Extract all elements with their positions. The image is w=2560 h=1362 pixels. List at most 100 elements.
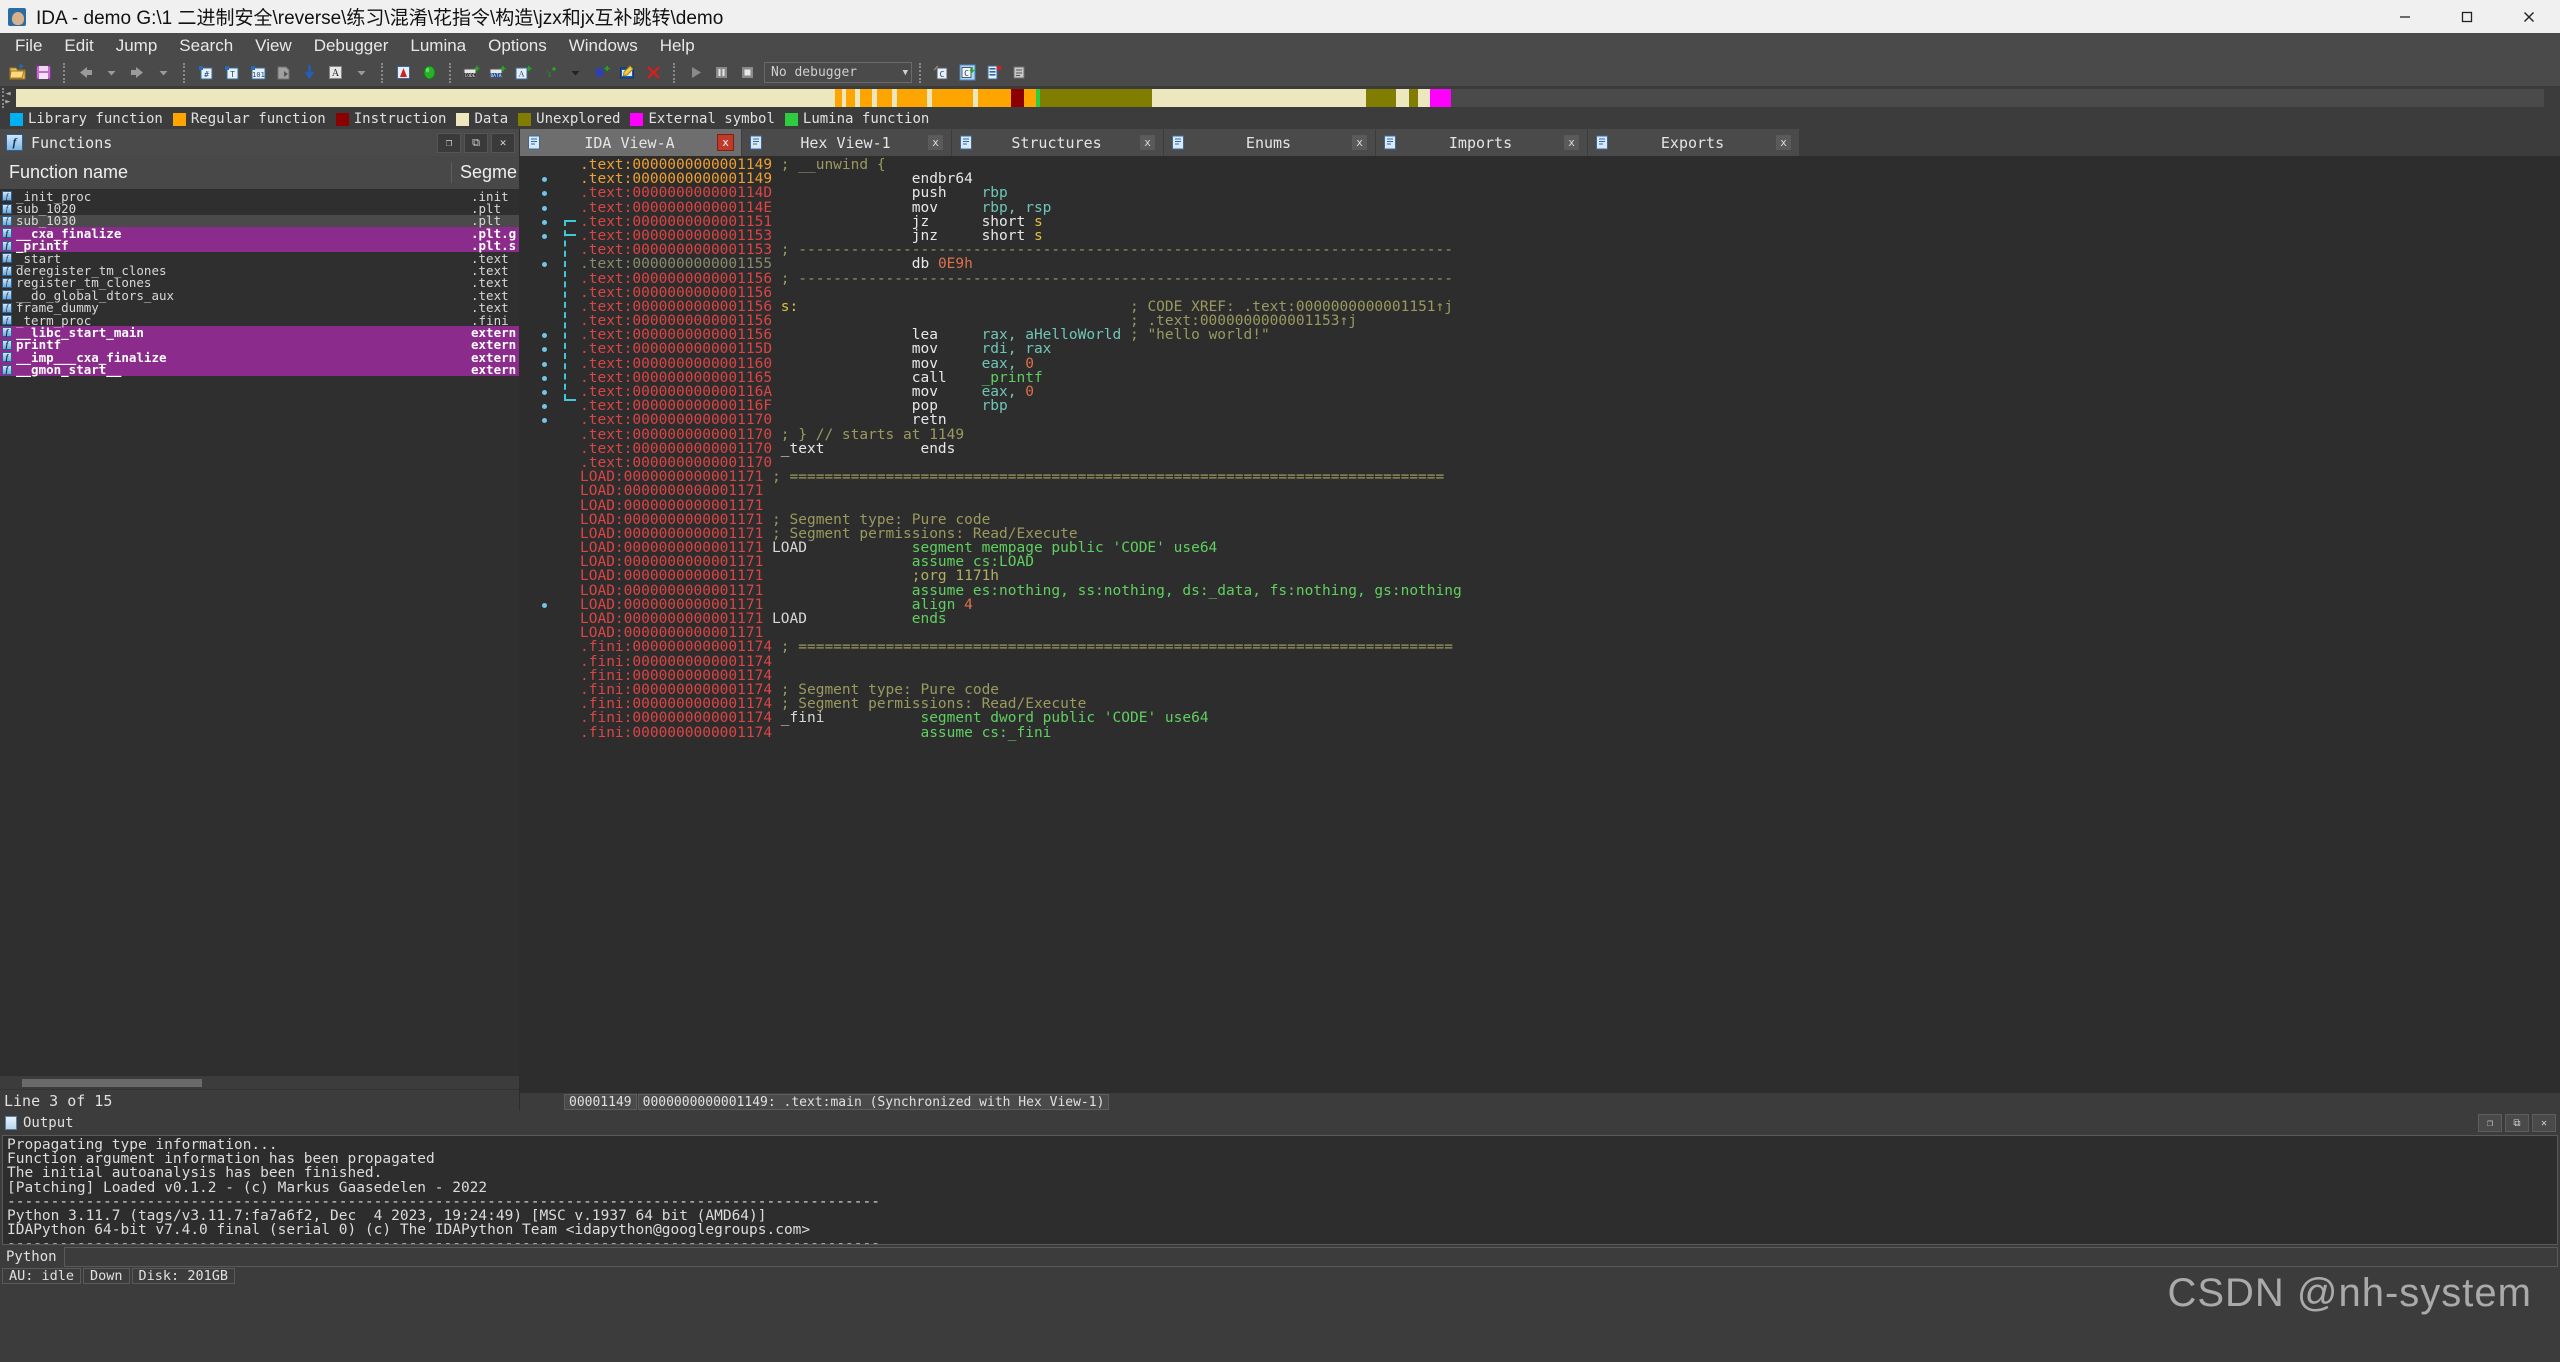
- close-icon[interactable]: x: [717, 134, 734, 151]
- breakpoint-dot-icon[interactable]: [542, 219, 547, 225]
- menu-debugger[interactable]: Debugger: [303, 34, 400, 58]
- navband-segment[interactable]: [1417, 89, 1431, 107]
- breakpoint-dot-icon[interactable]: [542, 205, 547, 211]
- disassembly-line[interactable]: .text:0000000000001156 ; ---------------…: [520, 271, 2560, 286]
- close-icon[interactable]: x: [1563, 134, 1580, 151]
- make-data-icon[interactable]: DATA: [485, 62, 509, 84]
- close-icon[interactable]: x: [1775, 134, 1792, 151]
- make-struct-icon[interactable]: 's: [537, 62, 561, 84]
- tab-enums[interactable]: Enums x: [1164, 129, 1376, 156]
- menu-view[interactable]: View: [244, 34, 303, 58]
- breakpoint-dot-icon[interactable]: [542, 361, 547, 367]
- disassembly-line[interactable]: .text:0000000000001156: [520, 285, 2560, 300]
- disassembly-line[interactable]: LOAD:0000000000001171 assume cs:LOAD: [520, 555, 2560, 570]
- search-next-icon[interactable]: [271, 62, 295, 84]
- disassembly-line[interactable]: LOAD:0000000000001171: [520, 626, 2560, 641]
- navband-segment[interactable]: [896, 89, 928, 107]
- tab-imports[interactable]: Imports x: [1376, 129, 1588, 156]
- close-icon[interactable]: x: [927, 134, 944, 151]
- menu-file[interactable]: File: [4, 34, 53, 58]
- disassembly-line[interactable]: .fini:0000000000001174: [520, 669, 2560, 684]
- disassembly-line[interactable]: .text:0000000000001170 retn: [520, 413, 2560, 428]
- debugger-select[interactable]: No debugger ▼: [764, 62, 912, 83]
- breakpoint-dot-icon[interactable]: [542, 418, 547, 424]
- breakpoint-dot-icon[interactable]: [542, 347, 547, 353]
- function-list-row[interactable]: f __gmon_start__ extern: [0, 362, 519, 377]
- column-segment[interactable]: Segme: [452, 162, 517, 183]
- navband-segment[interactable]: [1430, 89, 1451, 107]
- menu-options[interactable]: Options: [477, 34, 558, 58]
- jump-down-icon[interactable]: [297, 62, 321, 84]
- delete-icon[interactable]: [641, 62, 665, 84]
- navband-segment[interactable]: [932, 89, 973, 107]
- save-icon[interactable]: [31, 62, 55, 84]
- navband-segment[interactable]: [1023, 89, 1037, 107]
- disassembly-line[interactable]: .text:000000000000114E mov rbp, rsp: [520, 200, 2560, 215]
- cli-language-label[interactable]: Python: [2, 1247, 64, 1267]
- stop-icon[interactable]: [735, 62, 759, 84]
- navband-segment[interactable]: [1040, 89, 1153, 107]
- maximize-icon[interactable]: ⧉: [2505, 1114, 2529, 1132]
- close-icon[interactable]: ✕: [491, 132, 515, 153]
- menu-search[interactable]: Search: [168, 34, 244, 58]
- disassembly-line[interactable]: LOAD:0000000000001171 LOAD segment mempa…: [520, 541, 2560, 556]
- run-icon[interactable]: [683, 62, 707, 84]
- functions-horizontal-scrollbar[interactable]: [0, 1075, 519, 1089]
- disassembly-line[interactable]: .text:0000000000001156 ; .text:000000000…: [520, 314, 2560, 329]
- disassembly-line[interactable]: .text:0000000000001160 mov eax, 0: [520, 356, 2560, 371]
- jump-to-number-icon[interactable]: 101: [245, 62, 269, 84]
- jump-to-address-icon[interactable]: #: [193, 62, 217, 84]
- navband-segment[interactable]: [978, 89, 1012, 107]
- breakpoint-dot-icon[interactable]: [542, 333, 547, 339]
- make-code-icon[interactable]: CODE: [459, 62, 483, 84]
- tab-structures[interactable]: Structures x: [952, 129, 1164, 156]
- disassembly-line[interactable]: .text:0000000000001170 _text ends: [520, 442, 2560, 457]
- navband-segment[interactable]: [1365, 89, 1397, 107]
- disassembly-line[interactable]: .fini:0000000000001174: [520, 654, 2560, 669]
- ida-view-a[interactable]: .text:0000000000001149 ; __unwind { .text…: [520, 156, 2560, 1093]
- step-into-icon[interactable]: C: [955, 62, 979, 84]
- cli-input[interactable]: [64, 1247, 2558, 1267]
- disassembly-line[interactable]: .text:0000000000001149 ; __unwind {: [520, 158, 2560, 173]
- nav-band-arrows[interactable]: ◄ ►: [2, 88, 12, 108]
- disassembly-line[interactable]: .text:000000000000116F pop rbp: [520, 399, 2560, 413]
- disassembly-line[interactable]: LOAD:0000000000001171 ;org 1171h: [520, 569, 2560, 584]
- disassembly-line[interactable]: .text:000000000000114D push rbp: [520, 186, 2560, 201]
- disassembly-line[interactable]: LOAD:0000000000001171: [520, 484, 2560, 499]
- output-log[interactable]: Propagating type information... Function …: [2, 1135, 2558, 1245]
- functions-list[interactable]: f _init_proc .init f sub_1020 .plt f sub_1030 .p…: [0, 190, 519, 1075]
- edit-function-icon[interactable]: [615, 62, 639, 84]
- disassembly-line[interactable]: .fini:0000000000001174 assume cs:_fini: [520, 725, 2560, 740]
- disassembly-line[interactable]: .fini:0000000000001174 ; Segment type: P…: [520, 683, 2560, 698]
- tab-hex-view-1[interactable]: Hex View-1 x: [742, 129, 952, 156]
- minimize-button[interactable]: [2374, 0, 2436, 33]
- back-dropdown-icon[interactable]: [99, 62, 123, 84]
- maximize-icon[interactable]: ⧉: [464, 132, 488, 153]
- breakpoint-dot-icon[interactable]: [542, 390, 547, 395]
- text-search-dropdown-icon[interactable]: [349, 62, 373, 84]
- navband-segment[interactable]: [1408, 89, 1418, 107]
- disassembly-line[interactable]: .fini:0000000000001174 ; ===============…: [520, 640, 2560, 655]
- menu-edit[interactable]: Edit: [53, 34, 104, 58]
- close-icon[interactable]: ✕: [2532, 1114, 2556, 1132]
- disassembly-line[interactable]: .text:0000000000001153 jnz short s: [520, 229, 2560, 243]
- navband-segment[interactable]: [1152, 89, 1366, 107]
- disassembly-line[interactable]: .text:0000000000001151 jz short s: [520, 215, 2560, 229]
- disassembly-line[interactable]: LOAD:0000000000001171 LOAD ends: [520, 612, 2560, 627]
- forward-icon[interactable]: [125, 62, 149, 84]
- disassembly-line[interactable]: .fini:0000000000001174 _fini segment dwo…: [520, 711, 2560, 726]
- disassembly-line[interactable]: .text:0000000000001165 call _printf: [520, 371, 2560, 385]
- back-icon[interactable]: [73, 62, 97, 84]
- disassembly-line[interactable]: .fini:0000000000001174 ; Segment permiss…: [520, 697, 2560, 712]
- menu-lumina[interactable]: Lumina: [399, 34, 477, 58]
- text-search-icon[interactable]: A: [323, 62, 347, 84]
- restore-icon[interactable]: ❐: [2478, 1114, 2502, 1132]
- scrollbar-thumb[interactable]: [22, 1079, 202, 1087]
- breakpoint-dot-icon[interactable]: [542, 602, 547, 608]
- forward-dropdown-icon[interactable]: [151, 62, 175, 84]
- lumina-status-icon[interactable]: [417, 62, 441, 84]
- disassembly-line[interactable]: .text:000000000000116A mov eax, 0: [520, 385, 2560, 399]
- disassembly-line[interactable]: .text:0000000000001156 lea rax, aHelloWo…: [520, 328, 2560, 343]
- pause-icon[interactable]: [709, 62, 733, 84]
- breakpoint-dot-icon[interactable]: [542, 375, 547, 381]
